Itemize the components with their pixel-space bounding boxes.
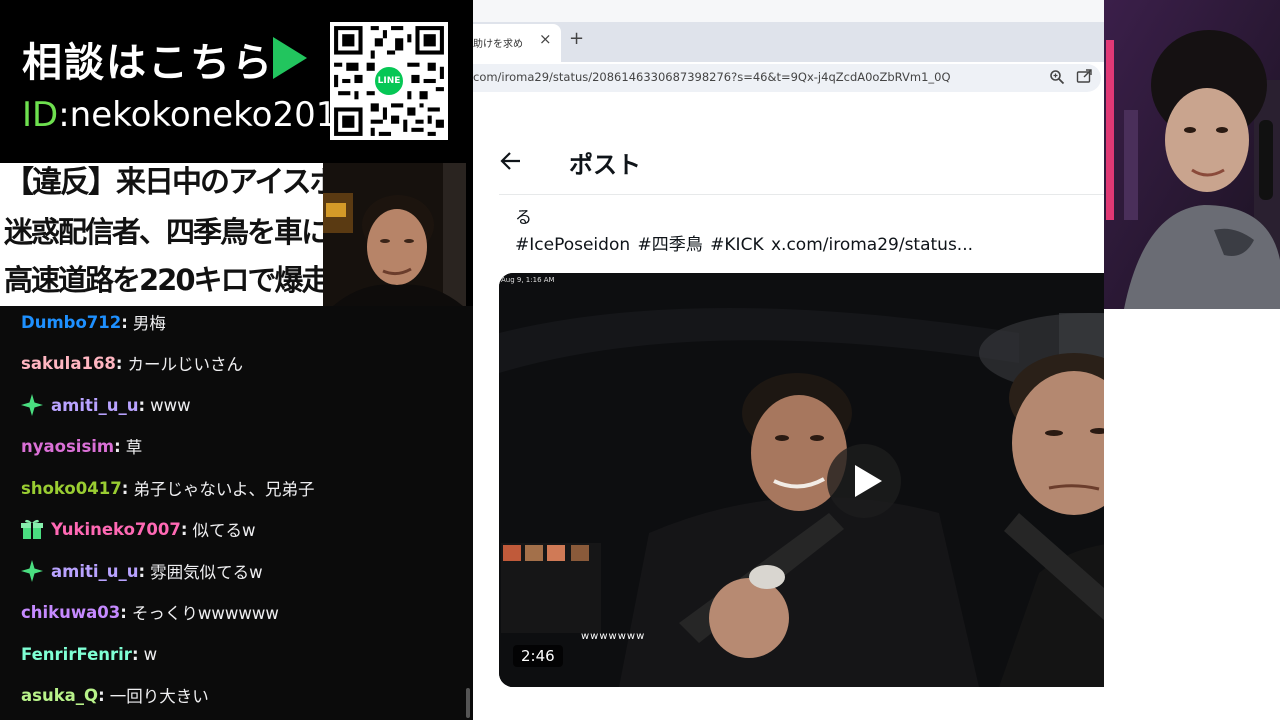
play-arrow-icon (273, 37, 307, 79)
chat-message: asuka_Q: 一回り大きい (21, 681, 209, 709)
chat-text: 男梅 (132, 314, 166, 333)
chat-text: w (143, 644, 158, 664)
chat-username[interactable]: shoko0417 (21, 479, 122, 498)
new-tab-button[interactable]: + (569, 28, 584, 49)
guest-photo (323, 163, 466, 306)
headline-violation-tag: 【違反】 (4, 165, 118, 200)
chat-separator: : (121, 478, 129, 498)
chat-message: amiti_u_u: www (21, 391, 191, 419)
tab-close-icon[interactable]: × (539, 30, 552, 48)
chat-message: amiti_u_u: 雰囲気似てるw (21, 557, 263, 585)
webcam-frame (1104, 0, 1280, 309)
play-button[interactable] (827, 444, 901, 518)
browser-window: 助けを求め × + com/iroma29/status/20861463306… (473, 0, 1104, 720)
chat-scrollbar[interactable] (466, 688, 470, 718)
chat-message: nyaosisim: 草 (21, 432, 142, 460)
chat-separator: : (131, 644, 139, 664)
chat-separator: : (98, 685, 105, 705)
chat-message: sakula168: カールじいさん (21, 349, 243, 377)
chat-panel: Dumbo712: 男梅 sakula168: カールじいさん amiti_u_u:… (0, 306, 473, 720)
chat-username[interactable]: FenrirFenrir (21, 645, 132, 664)
post-header-title: ポスト (569, 151, 641, 179)
divider (499, 194, 1104, 195)
chat-separator: : (138, 561, 146, 581)
title-bar (473, 0, 1104, 22)
video-duration: 2:46 (513, 645, 563, 667)
chat-username[interactable]: amiti_u_u (51, 562, 139, 581)
chat-message: chikuwa03: そっくりwwwwww (21, 598, 279, 626)
chat-text: カールじいさん (127, 355, 244, 374)
zoom-icon[interactable] (1049, 69, 1065, 85)
contact-banner: 相談はこちら ID:nekokoneko2018 LINE (0, 0, 473, 163)
video-frame (499, 273, 1104, 687)
chat-separator: : (121, 312, 128, 332)
gift-badge-icon (21, 518, 43, 540)
webcam-panel (1104, 0, 1280, 309)
chat-message: Yukineko7007: 似てるw (21, 515, 255, 543)
chat-username[interactable]: nyaosisim (21, 437, 114, 456)
address-url[interactable]: com/iroma29/status/2086146330687398276?s… (473, 70, 951, 84)
chat-separator: : (180, 519, 188, 539)
chat-username[interactable]: Dumbo712 (21, 313, 121, 332)
chat-message: FenrirFenrir: w (21, 640, 157, 668)
video-player[interactable]: Aug 9, 1:16 AM wwwwwww 2:46 (499, 273, 1104, 687)
news-headline: 【違反】来日中のアイスポセイドン 迷惑配信者、四季鳥を車に乗せ 高速道路を220… (0, 163, 452, 306)
install-app-icon[interactable] (1076, 69, 1092, 85)
chat-separator: : (120, 602, 127, 622)
tab-title[interactable]: 助けを求め (473, 35, 533, 50)
contact-id: ID:nekokoneko2018 (22, 95, 359, 135)
chat-separator: : (115, 353, 123, 373)
chat-separator: : (138, 395, 146, 415)
chat-text: 草 (125, 438, 143, 457)
video-timestamp: Aug 9, 1:16 AM (501, 276, 555, 284)
overlay-chat-text: wwwwwww (581, 631, 646, 642)
chat-text: 一回り大きい (109, 687, 209, 706)
chat-username[interactable]: amiti_u_u (51, 396, 139, 415)
chat-username[interactable]: chikuwa03 (21, 603, 120, 622)
chat-username[interactable]: asuka_Q (21, 686, 98, 705)
chat-username[interactable]: Yukineko7007 (51, 520, 181, 539)
chat-message: shoko0417: 弟子じゃないよ、兄弟子 (21, 474, 314, 502)
chat-text: 弟子じゃないよ、兄弟子 (133, 480, 315, 499)
chat-message: Dumbo712: 男梅 (21, 308, 166, 336)
post-text: る (515, 208, 532, 228)
chat-username[interactable]: sakula168 (21, 354, 116, 373)
contact-id-value: :nekokoneko2018 (58, 95, 359, 135)
chat-separator: : (114, 436, 121, 456)
sparkle-badge-icon (21, 394, 43, 416)
chat-text: www (150, 395, 191, 415)
contact-title: 相談はこちら (22, 40, 274, 86)
chat-text: 雰囲気似てるw (150, 563, 263, 582)
page-background (1104, 309, 1280, 720)
post-hashtags[interactable]: #IcePoseidon #四季鳥 #KICK x.com/iroma29/st… (515, 230, 973, 255)
sparkle-badge-icon (21, 560, 43, 582)
play-icon (855, 465, 882, 497)
line-logo-icon: LINE (372, 64, 406, 98)
chat-text: 似てるw (192, 521, 256, 540)
contact-id-prefix: ID (22, 95, 59, 135)
back-arrow-icon[interactable] (500, 150, 522, 172)
chat-text: そっくりwwwwww (131, 604, 279, 623)
